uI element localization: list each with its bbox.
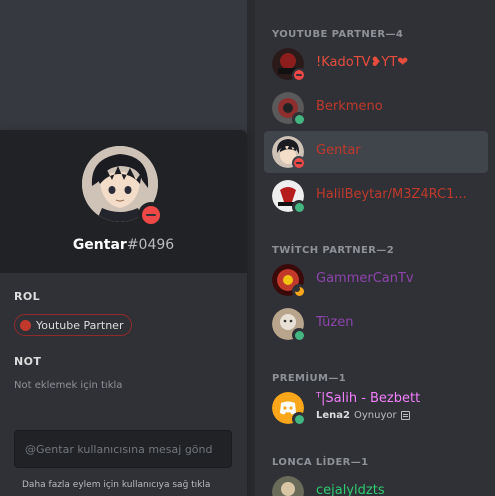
group-title-premium: PREMİUM—1 [272, 373, 347, 384]
message-input[interactable]: @Gentar kullanıcısına mesaj gönd [14, 430, 232, 468]
rich-presence-icon [400, 411, 410, 420]
member-item-tuzen[interactable]: Tüzen [264, 303, 488, 345]
member-name: GammerCanTv [316, 271, 414, 286]
user-popout: Gentar#0496 ROL Youtube Partner NOT Not … [0, 130, 247, 496]
role-chip[interactable]: Youtube Partner [14, 314, 133, 336]
member-name: Berkmeno [316, 99, 383, 114]
group-title-lonca-lider: LONCA LİDER—1 [272, 457, 369, 468]
activity-game: Lena2 [316, 410, 350, 421]
note-field[interactable]: Not eklemek için tıkla [14, 380, 122, 391]
member-item-cejalyldzts[interactable]: cejalyldzts [264, 471, 488, 496]
dnd-status-icon [292, 68, 306, 82]
member-item-kadotv[interactable]: !KadoTV❥YT❤ [264, 43, 488, 85]
member-name: HalilBeytar/M3Z4RC1... [316, 187, 467, 202]
dnd-status-icon [138, 202, 164, 228]
member-item-berkmeno[interactable]: Berkmeno [264, 87, 488, 129]
popout-username[interactable]: Gentar#0496 [0, 237, 247, 253]
role-color-dot[interactable] [20, 319, 31, 331]
group-title-youtube-partner: YOUTUBE PARTNER—4 [272, 29, 404, 40]
role-section-title: ROL [14, 290, 41, 303]
dnd-status-icon [292, 156, 306, 170]
online-status-icon [292, 200, 306, 214]
popout-header: Gentar#0496 [0, 130, 247, 273]
member-item-halilbeytar[interactable]: HalilBeytar/M3Z4RC1... [264, 175, 488, 217]
member-name: ᵀ|Salih - Bezbett [316, 391, 421, 406]
member-name: Gentar [316, 143, 361, 158]
member-name: cejalyldzts [316, 483, 385, 496]
member-item-gentar[interactable]: Gentar [264, 131, 488, 173]
member-name: Tüzen [316, 315, 354, 330]
idle-status-icon [292, 284, 306, 298]
role-label: Youtube Partner [36, 318, 124, 332]
member-item-gammercantv[interactable]: GammerCanTv [264, 259, 488, 301]
ceja-avatar-icon [272, 476, 304, 496]
panel-divider [247, 0, 255, 496]
discriminator: #0496 [126, 237, 175, 253]
member-name: !KadoTV❥YT❤ [316, 55, 409, 70]
note-section-title: NOT [14, 355, 42, 368]
online-status-icon [292, 328, 306, 342]
online-status-icon [292, 412, 306, 426]
member-item-salih[interactable]: ᵀ|Salih - Bezbett Lena2 Oynuyor [264, 387, 488, 429]
right-click-hint: Daha fazla eylem için kullanıcıya sağ tı… [22, 480, 211, 490]
group-title-twitch-partner: TWİTCH PARTNER—2 [272, 245, 395, 256]
activity-label: Oynuyor [353, 410, 397, 421]
online-status-icon [292, 112, 306, 126]
member-activity: Lena2 Oynuyor [316, 410, 410, 421]
member-list: YOUTUBE PARTNER—4 !KadoTV❥YT❤ Berkmeno G… [255, 0, 495, 496]
